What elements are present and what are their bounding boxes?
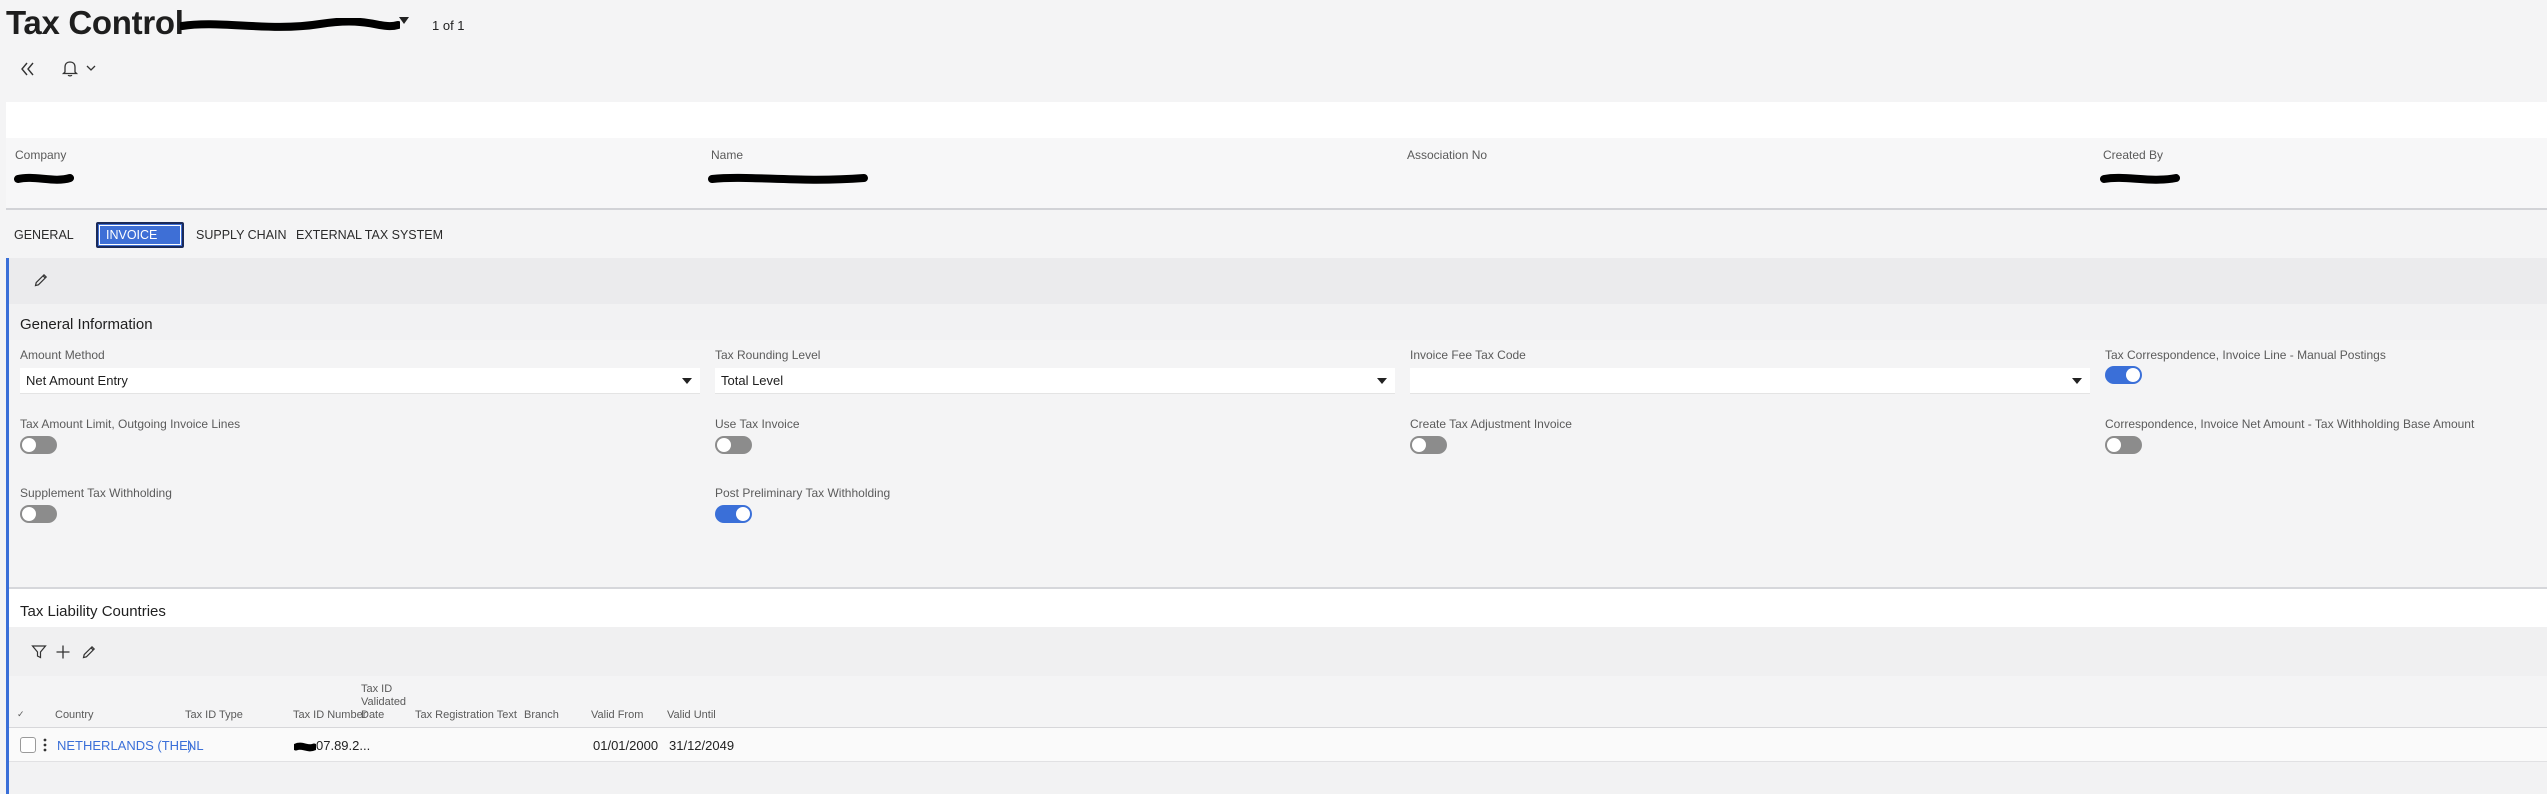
record-selector[interactable] xyxy=(180,12,410,38)
chevron-down-icon xyxy=(86,65,96,71)
redaction-scribble xyxy=(180,18,400,31)
edit-toolbar xyxy=(9,258,2547,304)
notifications-button[interactable] xyxy=(60,57,102,81)
toggle-knob xyxy=(22,507,36,521)
valid-from-cell: 01/01/2000 xyxy=(593,738,659,753)
edit-row-button[interactable] xyxy=(81,644,97,660)
column-header-line: Tax ID xyxy=(361,683,393,695)
column-header-country[interactable]: Country xyxy=(55,709,94,722)
general-information-panel: Amount Method Net Amount Entry Tax Round… xyxy=(9,340,2547,588)
bell-icon xyxy=(61,61,79,77)
tax-liability-grid-header: ✓ Country Tax ID Type Tax ID Number Tax … xyxy=(9,676,2547,728)
create-tax-adjustment-invoice-label: Create Tax Adjustment Invoice xyxy=(1410,417,1572,431)
dropdown-caret-icon xyxy=(1377,378,1387,384)
add-row-button[interactable] xyxy=(55,644,71,660)
tax-amount-limit-toggle[interactable] xyxy=(20,436,57,454)
country-link[interactable]: NETHERLANDS (THE) xyxy=(57,738,192,753)
name-value-redacted xyxy=(708,173,868,184)
dropdown-caret-icon xyxy=(2072,378,2082,384)
column-header-branch[interactable]: Branch xyxy=(524,709,559,722)
toggle-knob xyxy=(2107,438,2121,452)
tax-correspondence-manual-label: Tax Correspondence, Invoice Line - Manua… xyxy=(2105,348,2386,362)
tax-liability-countries-title: Tax Liability Countries xyxy=(20,603,166,620)
amount-method-label: Amount Method xyxy=(20,348,105,362)
tax-liability-toolbar xyxy=(9,627,2547,677)
dropdown-caret-icon xyxy=(682,378,692,384)
tax-rounding-level-value: Total Level xyxy=(721,373,784,388)
pencil-icon xyxy=(34,273,48,287)
toggle-knob xyxy=(22,438,36,452)
supplement-tax-withholding-label: Supplement Tax Withholding xyxy=(20,486,172,500)
tab-external-tax-system[interactable]: EXTERNAL TAX SYSTEM xyxy=(288,222,451,248)
tax-correspondence-manual-toggle[interactable] xyxy=(2105,366,2142,384)
vertical-ellipsis-icon xyxy=(43,738,47,752)
select-all-checkmark[interactable]: ✓ xyxy=(17,708,25,721)
column-header-tax-id-type[interactable]: Tax ID Type xyxy=(185,709,243,722)
general-information-title: General Information xyxy=(20,316,153,333)
header-panel-band xyxy=(6,102,2547,138)
tax-id-number-cell: 07.89.2... xyxy=(294,738,370,753)
column-header-tax-id-number[interactable]: Tax ID Number xyxy=(293,709,366,722)
page-title: Tax Control xyxy=(6,4,184,41)
correspondence-net-withholding-label: Correspondence, Invoice Net Amount - Tax… xyxy=(2105,417,2475,431)
association-no-label: Association No xyxy=(1407,148,1488,162)
tab-supply-chain[interactable]: SUPPLY CHAIN xyxy=(188,222,295,248)
row-checkbox[interactable] xyxy=(20,737,36,753)
column-header-valid-from[interactable]: Valid From xyxy=(591,709,643,722)
invoice-fee-tax-code-label: Invoice Fee Tax Code xyxy=(1410,348,1526,362)
correspondence-net-withholding-toggle[interactable] xyxy=(2105,436,2142,454)
post-preliminary-tax-withholding-label: Post Preliminary Tax Withholding xyxy=(715,486,891,500)
tax-amount-limit-label: Tax Amount Limit, Outgoing Invoice Lines xyxy=(20,417,241,431)
collapse-navigation-button[interactable] xyxy=(16,58,38,80)
valid-until-cell: 31/12/2049 xyxy=(669,738,735,753)
header-record-panel: Company Name Association No Created By xyxy=(6,102,2547,210)
double-chevron-left-icon xyxy=(21,62,34,76)
amount-method-value: Net Amount Entry xyxy=(26,373,128,388)
edit-button[interactable] xyxy=(33,272,49,288)
toggle-knob xyxy=(2126,368,2140,382)
tax-id-number-visible: 07.89.2... xyxy=(316,738,371,753)
column-header-valid-until[interactable]: Valid Until xyxy=(667,709,716,722)
tax-liability-header xyxy=(9,589,2547,627)
toggle-knob xyxy=(736,507,750,521)
use-tax-invoice-label: Use Tax Invoice xyxy=(715,417,800,431)
tax-rounding-level-label: Tax Rounding Level xyxy=(715,348,821,362)
table-row[interactable]: NETHERLANDS (THE) NL 07.89.2... 01/01/20… xyxy=(9,728,2547,762)
plus-icon xyxy=(56,645,70,659)
redaction-scribble xyxy=(294,742,316,751)
name-label: Name xyxy=(711,148,744,162)
toggle-knob xyxy=(717,438,731,452)
use-tax-invoice-toggle[interactable] xyxy=(715,436,752,454)
tax-rounding-level-select[interactable]: Total Level xyxy=(715,368,1395,394)
column-header-tax-registration-text[interactable]: Tax Registration Text xyxy=(415,709,517,722)
column-header-tax-id-validated-date[interactable]: Tax ID Validated Date xyxy=(361,683,406,722)
toggle-knob xyxy=(1412,438,1426,452)
tab-general[interactable]: GENERAL xyxy=(6,222,82,248)
create-tax-adjustment-invoice-toggle[interactable] xyxy=(1410,436,1447,454)
post-preliminary-tax-withholding-toggle[interactable] xyxy=(715,505,752,523)
created-by-label: Created By xyxy=(2103,148,2164,162)
tax-id-type-link[interactable]: NL xyxy=(187,738,204,753)
record-counter: 1 of 1 xyxy=(432,18,465,33)
invoice-tab-content: General Information Amount Method Net Am… xyxy=(6,258,2547,794)
company-label: Company xyxy=(15,148,67,162)
invoice-fee-tax-code-select[interactable] xyxy=(1410,368,2090,394)
row-menu-button[interactable] xyxy=(42,737,48,753)
chevron-down-icon xyxy=(399,17,409,24)
column-header-line: Validated xyxy=(361,696,407,708)
pencil-icon xyxy=(82,645,96,659)
filter-icon xyxy=(31,645,47,659)
column-header-line: Date xyxy=(361,709,385,721)
company-value-redacted xyxy=(14,173,74,184)
supplement-tax-withholding-toggle[interactable] xyxy=(20,505,57,523)
amount-method-select[interactable]: Net Amount Entry xyxy=(20,368,700,394)
created-by-value-redacted xyxy=(2100,173,2180,184)
filter-button[interactable] xyxy=(31,644,47,660)
tab-invoice[interactable]: INVOICE xyxy=(96,222,184,248)
